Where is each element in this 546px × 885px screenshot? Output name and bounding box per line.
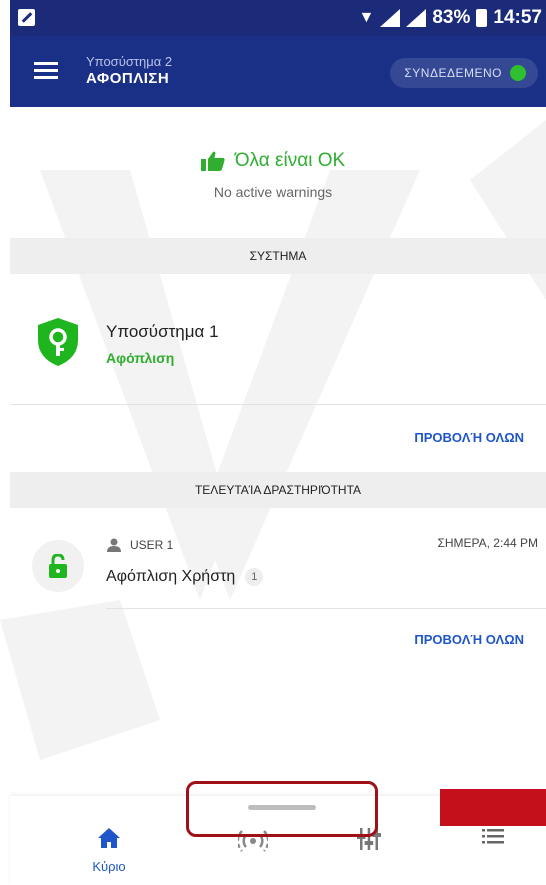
- signal-icon: [380, 9, 401, 27]
- nav-list[interactable]: [458, 828, 528, 849]
- summary-subtitle: No active warnings: [213, 184, 333, 200]
- activity-time: ΣΗΜΕΡΑ, 2:44 PM: [437, 536, 538, 550]
- unlock-icon: [49, 554, 67, 578]
- system-section-header: ΣΥΣΤΗΜΑ: [10, 238, 546, 274]
- status-indicators: ▼ 83% 14:57: [359, 0, 542, 36]
- status-summary: Όλα είναι ΟΚ No active warnings: [0, 150, 546, 200]
- wifi-icon: ▼: [358, 9, 375, 26]
- menu-icon[interactable]: [34, 62, 58, 80]
- activity-user-name: USER 1: [130, 538, 174, 552]
- activity-icon-container: [32, 540, 84, 592]
- user-icon: [107, 538, 121, 552]
- partition-state: Αφόπλιση: [106, 350, 175, 366]
- red-marker: [440, 789, 546, 826]
- divider: [106, 608, 546, 609]
- signal-icon-2: [406, 9, 427, 27]
- battery-percent: 83%: [432, 7, 471, 28]
- highlight-frame: [186, 781, 378, 837]
- activity-section-header: ΤΕΛΕΥΤΑΊΑ ΔΡΑΣΤΗΡΙΌΤΗΤΑ: [10, 472, 546, 508]
- status-bar: ▼ 83% 14:57: [10, 0, 546, 36]
- thumbs-up-icon: [200, 151, 225, 171]
- activity-user: USER 1: [106, 538, 173, 552]
- partition-name[interactable]: Υποσύστημα 1: [106, 322, 219, 342]
- shield-key-icon: [38, 318, 78, 366]
- clock: 14:57: [493, 7, 542, 28]
- nav-home-label: Κύριο: [92, 859, 126, 874]
- connection-status-chip[interactable]: ΣΥΝΔΕΔΕΜΕΝΟ: [390, 58, 538, 88]
- view-all-system-link[interactable]: ΠΡΟΒΟΛΉ ΟΛΩΝ: [414, 430, 524, 445]
- edit-notification-icon: [18, 9, 35, 26]
- header-subtitle: Υποσύστημα 2: [86, 54, 173, 69]
- app-bar: Υποσύστημα 2 ΑΦΟΠΛΙΣΗ ΣΥΝΔΕΔΕΜΕΝΟ: [10, 36, 546, 107]
- battery-icon: [476, 9, 488, 27]
- activity-description: Αφόπλιση Χρήστη: [106, 568, 236, 585]
- connection-status-label: ΣΥΝΔΕΔΕΜΕΝΟ: [404, 66, 502, 80]
- summary-title: Όλα είναι ΟΚ: [234, 150, 346, 171]
- home-icon: [98, 828, 120, 848]
- activity-item[interactable]: Αφόπλιση Χρήστη 1: [106, 568, 264, 586]
- divider: [10, 404, 546, 405]
- nav-home[interactable]: Κύριο: [74, 828, 144, 874]
- list-icon: [482, 829, 504, 844]
- view-all-activity-link[interactable]: ΠΡΟΒΟΛΉ ΟΛΩΝ: [414, 632, 524, 647]
- header-title: ΑΦΟΠΛΙΣΗ: [86, 70, 170, 87]
- activity-count-badge: 1: [245, 568, 264, 586]
- connected-indicator-icon: [510, 65, 526, 81]
